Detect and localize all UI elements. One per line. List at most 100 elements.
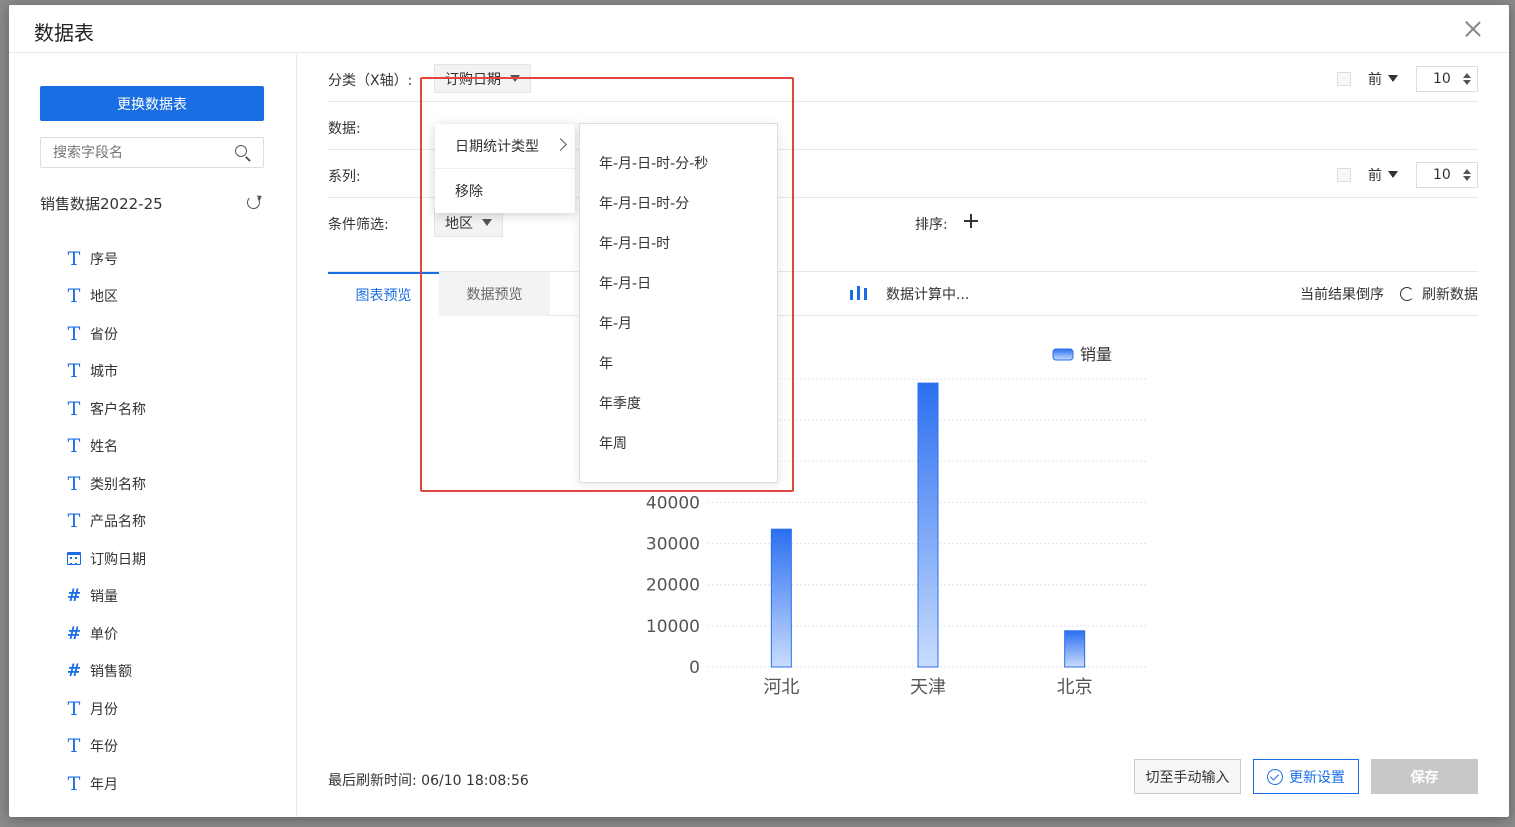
refresh-data-link[interactable]: 刷新数据	[1422, 284, 1478, 304]
stepper-down-icon[interactable]	[1463, 79, 1471, 85]
y-tick-label: 30000	[646, 535, 700, 555]
date-type-option[interactable]: 年-月-日	[580, 263, 777, 303]
preview-tabs: 图表预览 数据预览 数据计算中... 当前结果倒序 刷新数据	[328, 271, 1478, 316]
field-label: 订购日期	[90, 551, 146, 568]
refresh-icon[interactable]	[247, 196, 260, 209]
category-top-n: 前 10	[1337, 64, 1478, 93]
category-field-chip[interactable]: 订购日期	[434, 64, 531, 93]
field-item[interactable]: T 类别名称	[66, 465, 146, 503]
date-type-option[interactable]: 年-月-日-时	[580, 223, 777, 263]
menu-item-remove[interactable]: 移除	[435, 168, 575, 212]
series-top-n-value: 10	[1433, 166, 1451, 183]
date-type-submenu: 年-月-日-时-分-秒 年-月-日-时-分 年-月-日-时 年-月-日 年-月年年季度年…	[579, 123, 778, 483]
top-n-stepper[interactable]: 10	[1416, 65, 1478, 92]
stepper-up-icon[interactable]	[1463, 72, 1471, 78]
add-sort-icon[interactable]	[964, 214, 978, 228]
y-tick-label: 0	[689, 658, 700, 678]
field-label: 客户名称	[90, 401, 146, 418]
text-type-icon: T	[67, 697, 81, 720]
field-list: T 序号 T 地区 T 省份 T 城市 T 客户名称 T 姓名 T 类别名称 T 产品名称 订购日期 # 销量 # 单价…	[66, 240, 146, 803]
field-context-menu: 日期统计类型 移除	[435, 124, 575, 213]
text-type-icon: T	[67, 735, 81, 758]
field-item[interactable]: T 客户名称	[66, 390, 146, 428]
field-item[interactable]: T 地区	[66, 278, 146, 316]
caret-down-icon	[510, 75, 520, 82]
calc-status: 数据计算中...	[886, 287, 970, 303]
date-type-option[interactable]: 年	[580, 343, 777, 383]
stepper-down-icon[interactable]	[1463, 175, 1471, 181]
caret-down-icon	[482, 219, 492, 226]
field-search-input[interactable]	[41, 138, 221, 167]
dialog-header: 数据表	[9, 5, 1509, 53]
reverse-order-link[interactable]: 当前结果倒序	[1300, 284, 1384, 304]
field-label: 销量	[90, 589, 118, 606]
category-field-value: 订购日期	[445, 71, 501, 88]
refresh-data-icon[interactable]	[1400, 287, 1414, 301]
series-top-n-dropdown[interactable]: 前	[1368, 165, 1398, 185]
field-item[interactable]: T 序号	[66, 240, 146, 278]
field-item[interactable]: 订购日期	[66, 540, 146, 578]
save-button[interactable]: 保存	[1371, 759, 1478, 794]
field-search-box[interactable]	[40, 137, 264, 168]
field-item[interactable]: T 月份	[66, 690, 146, 728]
series-top-n-stepper[interactable]: 10	[1416, 161, 1478, 188]
number-type-icon: #	[66, 661, 82, 682]
bar-2	[1064, 630, 1086, 668]
date-type-option[interactable]: 年-月-日-时-分-秒	[580, 143, 777, 183]
top-n-label: 前	[1368, 71, 1382, 88]
field-sidebar: 更换数据表 销售数据2022-25 T序号T地区T省份T城市T客户名称T姓名T类…	[9, 54, 297, 817]
field-label: 地区	[90, 289, 118, 306]
menu-item-label: 移除	[455, 183, 483, 200]
stepper-up-icon[interactable]	[1463, 168, 1471, 174]
date-type-option[interactable]: 年季度	[580, 383, 777, 423]
field-label: 序号	[90, 251, 118, 268]
dialog-title: 数据表	[34, 21, 94, 45]
text-type-icon: T	[67, 397, 81, 420]
field-item[interactable]: T 产品名称	[66, 503, 146, 541]
search-icon[interactable]	[235, 145, 247, 157]
tab-data-preview[interactable]: 数据预览	[439, 272, 550, 316]
series-top-n-checkbox[interactable]	[1337, 167, 1351, 182]
menu-item-date-stat-type[interactable]: 日期统计类型	[435, 124, 575, 168]
field-item[interactable]: # 销售额	[66, 653, 146, 691]
close-icon[interactable]	[1463, 19, 1483, 39]
calculating-icon	[850, 286, 868, 300]
category-label: 分类（X轴）:	[328, 73, 413, 89]
date-type-option[interactable]: 年周	[580, 423, 777, 463]
text-type-icon: T	[67, 510, 81, 533]
filter-field-value: 地区	[445, 215, 473, 232]
series-top-n-label: 前	[1368, 167, 1382, 184]
x-tick-label: 北京	[1057, 677, 1093, 698]
x-tick-label: 河北	[763, 677, 799, 698]
text-type-icon: T	[67, 360, 81, 383]
top-n-checkbox[interactable]	[1337, 71, 1351, 86]
field-item[interactable]: T 年份	[66, 728, 146, 766]
update-settings-button[interactable]: 更新设置	[1253, 759, 1359, 794]
y-tick-label: 10000	[646, 617, 700, 637]
tab-actions: 当前结果倒序 刷新数据	[1300, 284, 1478, 304]
series-top-n: 前 10	[1337, 160, 1478, 189]
tab-chart-preview[interactable]: 图表预览	[328, 272, 439, 316]
date-type-option[interactable]: 年-月-日-时-分	[580, 183, 777, 223]
manual-input-button[interactable]: 切至手动输入	[1134, 759, 1241, 794]
top-n-dropdown[interactable]: 前	[1368, 69, 1398, 89]
field-item[interactable]: T 年月	[66, 765, 146, 803]
y-tick-label: 40000	[646, 493, 700, 513]
field-item[interactable]: T 城市	[66, 353, 146, 391]
bar-1	[917, 382, 939, 668]
data-label: 数据:	[328, 121, 361, 137]
number-type-icon: #	[66, 623, 82, 644]
update-settings-label: 更新设置	[1289, 769, 1345, 786]
y-tick-label: 20000	[646, 576, 700, 596]
sort-label: 排序:	[915, 217, 948, 233]
series-label: 系列:	[328, 169, 361, 185]
date-type-option[interactable]: 年-月	[580, 303, 777, 343]
field-item[interactable]: # 销量	[66, 578, 146, 616]
caret-down-icon	[1388, 75, 1398, 82]
filter-label: 条件筛选:	[328, 217, 389, 233]
change-table-button[interactable]: 更换数据表	[40, 86, 264, 121]
field-item[interactable]: # 单价	[66, 615, 146, 653]
field-item[interactable]: T 省份	[66, 315, 146, 353]
field-item[interactable]: T 姓名	[66, 428, 146, 466]
text-type-icon: T	[67, 772, 81, 795]
